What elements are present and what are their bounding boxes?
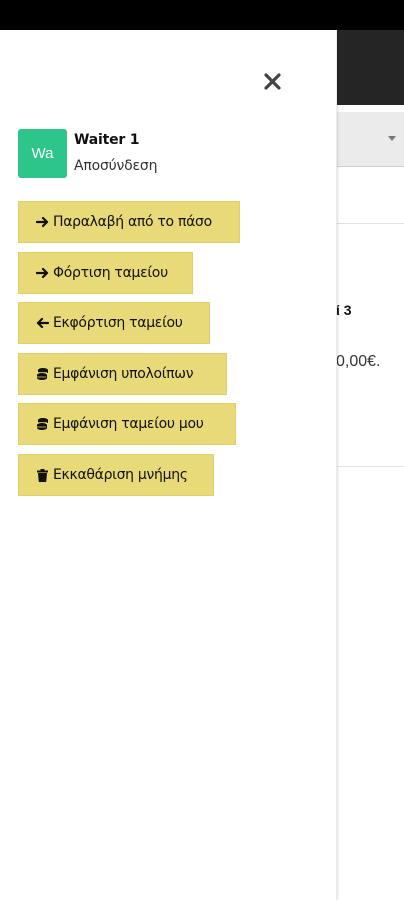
- table-label: ί 3: [336, 302, 352, 318]
- side-drawer: Wa Waiter 1 Αποσύνδεση Παραλαβή από το π…: [0, 30, 337, 900]
- user-info: Wa Waiter 1 Αποσύνδεση: [18, 127, 318, 179]
- status-bar: [0, 0, 404, 30]
- avatar: Wa: [18, 129, 67, 178]
- arrow-right-icon: [36, 266, 49, 280]
- menu-label: Εμφάνιση υπολοίπων: [53, 366, 194, 382]
- menu-label: Εμφάνιση ταμείου μου: [53, 416, 204, 432]
- menu-label: Εκφόρτιση ταμείου: [53, 315, 183, 331]
- show-my-register-button[interactable]: Εμφάνιση ταμείου μου: [18, 403, 236, 445]
- close-icon: [263, 72, 281, 90]
- menu-label: Εκκαθάριση μνήμης: [53, 467, 188, 483]
- table-amount: 0,00€.: [336, 353, 381, 370]
- show-balances-button[interactable]: Εμφάνιση υπολοίπων: [18, 353, 227, 395]
- menu-label: Φόρτιση ταμείου: [53, 265, 168, 281]
- clear-memory-button[interactable]: Εκκαθάριση μνήμης: [18, 454, 214, 496]
- pickup-from-pass-button[interactable]: Παραλαβή από το πάσο: [18, 201, 240, 243]
- logout-link[interactable]: Αποσύνδεση: [74, 158, 157, 174]
- arrow-right-icon: [36, 215, 49, 229]
- coins-icon: [36, 367, 49, 381]
- close-button[interactable]: [259, 68, 285, 94]
- trash-icon: [36, 468, 49, 482]
- discharge-register-button[interactable]: Εκφόρτιση ταμείου: [18, 302, 210, 344]
- divider: [330, 466, 404, 467]
- coins-icon: [36, 417, 49, 431]
- divider: [330, 223, 404, 224]
- user-name: Waiter 1: [74, 132, 140, 148]
- charge-register-button[interactable]: Φόρτιση ταμείου: [18, 252, 193, 294]
- chevron-down-icon: [388, 136, 396, 141]
- menu-label: Παραλαβή από το πάσο: [53, 214, 212, 230]
- arrow-left-icon: [36, 316, 49, 330]
